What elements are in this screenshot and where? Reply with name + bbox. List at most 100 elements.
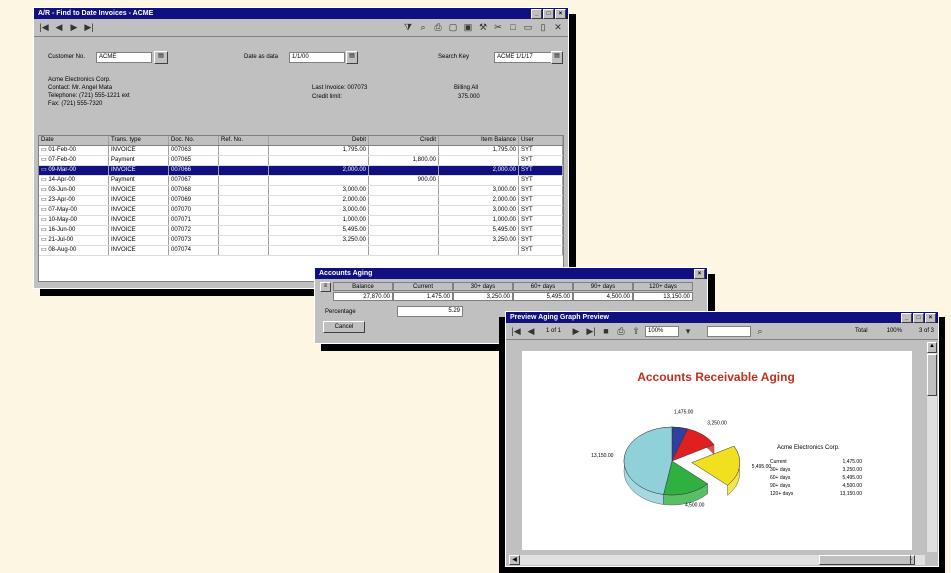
search-field[interactable]: ACME 1/1/17 bbox=[494, 52, 552, 63]
search-lookup-button[interactable]: ▤ bbox=[551, 51, 563, 64]
legend-value: 1,475.00 bbox=[843, 459, 863, 465]
date-lookup-button[interactable]: ▤ bbox=[346, 51, 358, 64]
table-row[interactable]: ▭ 01-Feb-00 INVOICE 007063 1,795.00 1,795.00… bbox=[39, 146, 563, 156]
table-cell: SYT bbox=[519, 226, 563, 235]
table-row[interactable]: ▭ 03-Jun-00 INVOICE 007068 3,000.00 3,000.00… bbox=[39, 186, 563, 196]
last-page-icon[interactable]: ▶| bbox=[585, 326, 597, 337]
paste-icon[interactable]: ▣ bbox=[462, 22, 474, 33]
copy-icon[interactable]: ▢ bbox=[447, 22, 459, 33]
column-header[interactable]: User bbox=[519, 136, 563, 145]
date-field[interactable]: 1/1/00 bbox=[289, 52, 345, 63]
page-icon[interactable]: ▭ bbox=[522, 22, 534, 33]
table-cell: ▭ 14-Apr-00 bbox=[39, 176, 109, 185]
tools-icon[interactable]: ⚒ bbox=[477, 22, 489, 33]
legend-label: Current bbox=[770, 459, 787, 465]
table-cell bbox=[219, 146, 269, 155]
table-cell: 1,800.00 bbox=[369, 156, 439, 165]
export-icon[interactable]: ⇪ bbox=[630, 326, 642, 337]
column-header[interactable]: Credit bbox=[369, 136, 439, 145]
table-cell: Payment bbox=[109, 156, 169, 165]
column-header[interactable]: Debit bbox=[269, 136, 369, 145]
table-cell: 2,000.00 bbox=[269, 166, 369, 175]
prev-icon[interactable]: ◀ bbox=[53, 22, 65, 33]
aging-value: 1,475.00 bbox=[393, 292, 453, 301]
scroll-h-thumb[interactable] bbox=[819, 555, 911, 565]
table-row[interactable]: ▭ 10-May-00 INVOICE 007071 1,000.00 1,000.00… bbox=[39, 216, 563, 226]
column-header[interactable]: Trans. type bbox=[109, 136, 169, 145]
window-icon[interactable]: ▯ bbox=[537, 22, 549, 33]
table-row[interactable]: ▭ 23-Apr-00 INVOICE 007069 2,000.00 2,000.00… bbox=[39, 196, 563, 206]
zoom-select[interactable]: 100% bbox=[645, 325, 680, 337]
table-row[interactable]: ▭ 08-Aug-00 INVOICE 007074 SYT bbox=[39, 246, 563, 256]
legend-value: 3,250.00 bbox=[843, 467, 863, 473]
column-header[interactable]: Doc. No. bbox=[169, 136, 219, 145]
title-bar: A/R - Find to Date Invoices - ACME _ □ × bbox=[34, 8, 568, 19]
exit-icon[interactable]: ✕ bbox=[552, 22, 564, 33]
preview-minimize-button[interactable]: _ bbox=[901, 313, 912, 323]
preview-close-button[interactable]: × bbox=[925, 313, 936, 323]
table-cell: 007068 bbox=[169, 186, 219, 195]
table-cell: 1,795.00 bbox=[269, 146, 369, 155]
filter-icon[interactable]: ⧩ bbox=[402, 22, 414, 33]
binoculars-icon[interactable]: ⌕ bbox=[754, 326, 766, 337]
table-cell bbox=[369, 186, 439, 195]
date-label: Date as data bbox=[244, 54, 279, 60]
maximize-button[interactable]: □ bbox=[543, 9, 554, 19]
table-cell: Payment bbox=[109, 176, 169, 185]
column-header[interactable]: Item Balance bbox=[439, 136, 519, 145]
find-icon[interactable]: ⌕ bbox=[417, 22, 429, 33]
minimize-button[interactable]: _ bbox=[531, 9, 542, 19]
print-icon[interactable]: ⎙ bbox=[615, 326, 627, 337]
table-cell bbox=[219, 246, 269, 255]
chart-title: Accounts Receivable Aging bbox=[637, 370, 795, 384]
preview-maximize-button[interactable]: □ bbox=[913, 313, 924, 323]
company-name: Acme Electronics Corp. bbox=[48, 77, 111, 83]
cancel-button[interactable]: Cancel bbox=[323, 321, 365, 333]
close-button[interactable]: × bbox=[555, 9, 566, 19]
zoom-dropdown-icon[interactable]: ▾ bbox=[682, 326, 694, 337]
cut-icon[interactable]: ✂ bbox=[492, 22, 504, 33]
first-icon[interactable]: |◀ bbox=[38, 22, 50, 33]
table-row[interactable]: ▭ 14-Apr-00 Payment 007067 900.00 SYT bbox=[39, 176, 563, 186]
scroll-up-button[interactable]: ▲ bbox=[927, 342, 937, 353]
customer-field[interactable]: ACME bbox=[96, 52, 152, 63]
table-cell: SYT bbox=[519, 156, 563, 165]
table-row[interactable]: ▭ 16-Jun-00 INVOICE 007072 5,495.00 5,495.00… bbox=[39, 226, 563, 236]
scroll-left-button[interactable]: ◀ bbox=[509, 555, 520, 565]
table-cell bbox=[439, 246, 519, 255]
search-label: Search Key bbox=[438, 54, 470, 60]
aging-column-header: 90+ days bbox=[573, 282, 633, 291]
preview-title: Preview Aging Graph Preview bbox=[510, 314, 609, 321]
last-icon[interactable]: ▶| bbox=[83, 22, 95, 33]
vertical-scrollbar[interactable]: ▲ bbox=[927, 342, 937, 552]
customer-lookup-button[interactable]: ▤ bbox=[154, 51, 168, 64]
search-text-field[interactable] bbox=[707, 325, 752, 337]
prev-page-icon[interactable]: ◀ bbox=[525, 326, 537, 337]
toolbar: |◀ ◀ ▶ ▶| ⧩ ⌕ ⎙ ▢ ▣ ⚒ ✂ □ ▭ ▯ ✕ bbox=[34, 19, 568, 37]
next-icon[interactable]: ▶ bbox=[68, 22, 80, 33]
table-row[interactable]: ▭ 07-May-00 INVOICE 007070 3,000.00 3,000.00… bbox=[39, 206, 563, 216]
table-cell: 007072 bbox=[169, 226, 219, 235]
table-row[interactable]: ▭ 07-Feb-00 Payment 007065 1,800.00 SYT bbox=[39, 156, 563, 166]
new-icon[interactable]: □ bbox=[507, 22, 519, 33]
table-cell bbox=[369, 236, 439, 245]
telephone-line: Telephone: (721) 555-1221 ext bbox=[48, 93, 130, 99]
aging-column-header: Balance bbox=[333, 282, 393, 291]
table-row[interactable]: ▭ 21-Jul-00 INVOICE 007073 3,250.00 3,250.00… bbox=[39, 236, 563, 246]
column-header[interactable]: Date bbox=[39, 136, 109, 145]
table-row[interactable]: ▭ 09-Mar-00 INVOICE 007066 2,000.00 2,000.00… bbox=[39, 166, 563, 176]
table-cell: INVOICE bbox=[109, 146, 169, 155]
table-cell: SYT bbox=[519, 186, 563, 195]
next-page-icon[interactable]: ▶ bbox=[570, 326, 582, 337]
table-cell: 2,000.00 bbox=[439, 166, 519, 175]
scroll-thumb[interactable] bbox=[927, 354, 937, 396]
aging-menu-icon[interactable]: ≡ bbox=[320, 282, 331, 292]
column-header[interactable]: Ref. No. bbox=[219, 136, 269, 145]
aging-close-button[interactable]: × bbox=[694, 269, 705, 279]
stop-icon[interactable]: ■ bbox=[600, 326, 612, 337]
horizontal-scrollbar[interactable]: ◀ ▶ bbox=[509, 555, 925, 565]
table-cell: SYT bbox=[519, 236, 563, 245]
first-page-icon[interactable]: |◀ bbox=[510, 326, 522, 337]
table-cell: SYT bbox=[519, 166, 563, 175]
print-icon[interactable]: ⎙ bbox=[432, 22, 444, 33]
